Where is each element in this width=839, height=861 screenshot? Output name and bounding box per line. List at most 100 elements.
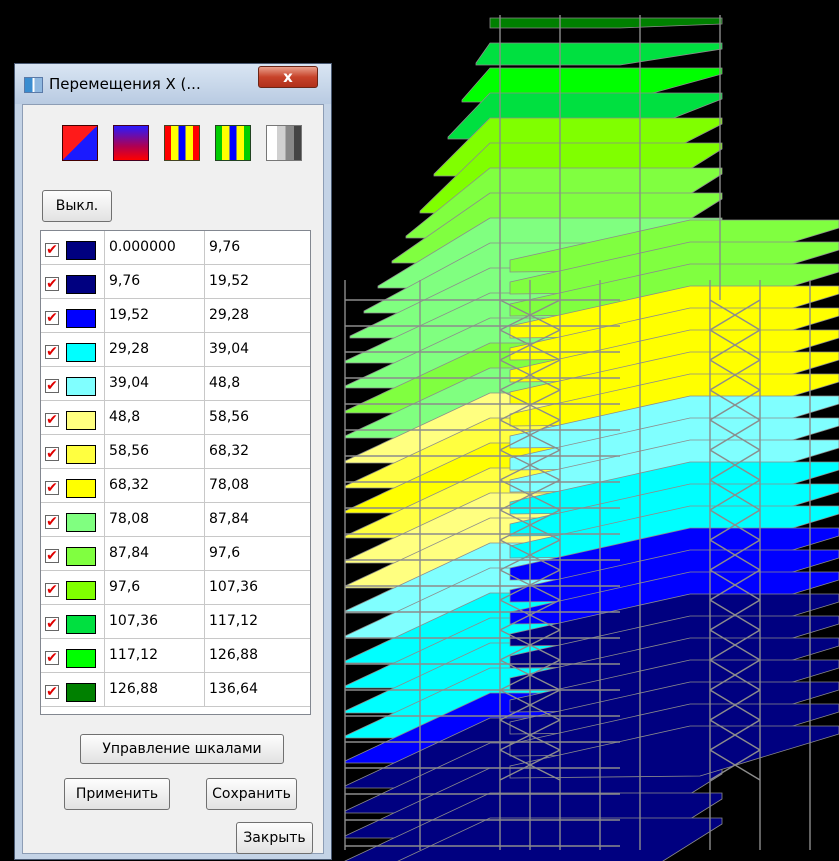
range-to[interactable]: 9,76	[209, 239, 240, 255]
range-from[interactable]: 48,8	[109, 409, 140, 425]
range-from[interactable]: 107,36	[109, 613, 158, 629]
title-bar[interactable]: Перемещения X (... x	[15, 64, 331, 104]
range-to[interactable]: 126,88	[209, 647, 258, 663]
palette-blue-red-gradient-icon[interactable]	[113, 125, 149, 161]
color-swatch[interactable]	[66, 615, 96, 634]
scale-row[interactable]: ✔ 78,08 87,84	[41, 503, 310, 537]
color-swatch[interactable]	[66, 547, 96, 566]
off-button[interactable]: Выкл.	[42, 190, 112, 222]
palette-red-blue-icon[interactable]	[62, 125, 98, 161]
color-swatch[interactable]	[66, 683, 96, 702]
range-to[interactable]: 107,36	[209, 579, 258, 595]
column-divider	[104, 503, 105, 537]
color-swatch[interactable]	[66, 513, 96, 532]
scale-row[interactable]: ✔ 107,36 117,12	[41, 605, 310, 639]
range-to[interactable]: 97,6	[209, 545, 240, 561]
range-from[interactable]: 0.000000	[109, 239, 176, 255]
range-from[interactable]: 9,76	[109, 273, 140, 289]
window-close-button[interactable]: x	[258, 66, 318, 88]
color-swatch[interactable]	[66, 479, 96, 498]
column-divider	[204, 605, 205, 639]
scale-row[interactable]: ✔ 68,32 78,08	[41, 469, 310, 503]
row-checkbox[interactable]: ✔	[45, 617, 59, 631]
column-divider	[204, 673, 205, 707]
save-button[interactable]: Сохранить	[206, 778, 297, 810]
range-from[interactable]: 68,32	[109, 477, 149, 493]
scale-row[interactable]: ✔ 39,04 48,8	[41, 367, 310, 401]
range-from[interactable]: 117,12	[109, 647, 158, 663]
scale-row[interactable]: ✔ 48,8 58,56	[41, 401, 310, 435]
row-checkbox[interactable]: ✔	[45, 311, 59, 325]
scale-row[interactable]: ✔ 117,12 126,88	[41, 639, 310, 673]
range-from[interactable]: 78,08	[109, 511, 149, 527]
range-from[interactable]: 19,52	[109, 307, 149, 323]
row-checkbox[interactable]: ✔	[45, 345, 59, 359]
palette-grayscale-icon[interactable]	[266, 125, 302, 161]
range-from[interactable]: 39,04	[109, 375, 149, 391]
scale-row[interactable]: ✔ 29,28 39,04	[41, 333, 310, 367]
color-swatch[interactable]	[66, 241, 96, 260]
column-divider	[104, 435, 105, 469]
scale-row[interactable]: ✔ 19,52 29,28	[41, 299, 310, 333]
row-checkbox[interactable]: ✔	[45, 243, 59, 257]
color-swatch[interactable]	[66, 445, 96, 464]
range-from[interactable]: 58,56	[109, 443, 149, 459]
column-divider	[204, 435, 205, 469]
column-divider	[104, 401, 105, 435]
range-to[interactable]: 58,56	[209, 409, 249, 425]
row-checkbox[interactable]: ✔	[45, 651, 59, 665]
row-checkbox[interactable]: ✔	[45, 447, 59, 461]
column-divider	[104, 265, 105, 299]
scale-row[interactable]: ✔ 58,56 68,32	[41, 435, 310, 469]
scale-list[interactable]: ✔ 0.000000 9,76 ✔ 9,76 19,52 ✔ 19,52 29,28 ✔ 29,28…	[40, 230, 311, 715]
column-divider	[104, 673, 105, 707]
color-swatch[interactable]	[66, 581, 96, 600]
range-to[interactable]: 68,32	[209, 443, 249, 459]
range-to[interactable]: 39,04	[209, 341, 249, 357]
range-to[interactable]: 19,52	[209, 273, 249, 289]
range-to[interactable]: 78,08	[209, 477, 249, 493]
range-to[interactable]: 29,28	[209, 307, 249, 323]
color-swatch[interactable]	[66, 275, 96, 294]
row-checkbox[interactable]: ✔	[45, 379, 59, 393]
range-from[interactable]: 87,84	[109, 545, 149, 561]
row-checkbox[interactable]: ✔	[45, 685, 59, 699]
manage-scales-button[interactable]: Управление шкалами	[80, 734, 284, 764]
row-checkbox[interactable]: ✔	[45, 413, 59, 427]
scale-row[interactable]: ✔ 97,6 107,36	[41, 571, 310, 605]
column-divider	[104, 367, 105, 401]
scale-row[interactable]: ✔ 0.000000 9,76	[41, 231, 310, 265]
row-checkbox[interactable]: ✔	[45, 583, 59, 597]
color-swatch[interactable]	[66, 649, 96, 668]
column-divider	[104, 639, 105, 673]
column-divider	[104, 537, 105, 571]
range-to[interactable]: 48,8	[209, 375, 240, 391]
range-from[interactable]: 29,28	[109, 341, 149, 357]
color-swatch[interactable]	[66, 377, 96, 396]
column-divider	[104, 605, 105, 639]
column-divider	[204, 367, 205, 401]
row-checkbox[interactable]: ✔	[45, 481, 59, 495]
palette-green-yellow-blue-icon[interactable]	[215, 125, 251, 161]
column-divider	[204, 265, 205, 299]
color-swatch[interactable]	[66, 343, 96, 362]
range-to[interactable]: 117,12	[209, 613, 258, 629]
column-divider	[204, 333, 205, 367]
scale-row[interactable]: ✔ 126,88 136,64	[41, 673, 310, 707]
color-swatch[interactable]	[66, 411, 96, 430]
color-swatch[interactable]	[66, 309, 96, 328]
close-button[interactable]: Закрыть	[236, 822, 313, 854]
range-from[interactable]: 97,6	[109, 579, 140, 595]
apply-button[interactable]: Применить	[64, 778, 170, 810]
column-divider	[204, 299, 205, 333]
range-from[interactable]: 126,88	[109, 681, 158, 697]
range-to[interactable]: 87,84	[209, 511, 249, 527]
range-to[interactable]: 136,64	[209, 681, 258, 697]
scale-row[interactable]: ✔ 87,84 97,6	[41, 537, 310, 571]
row-checkbox[interactable]: ✔	[45, 549, 59, 563]
column-divider	[204, 639, 205, 673]
palette-red-yellow-blue-icon[interactable]	[164, 125, 200, 161]
row-checkbox[interactable]: ✔	[45, 277, 59, 291]
scale-row[interactable]: ✔ 9,76 19,52	[41, 265, 310, 299]
row-checkbox[interactable]: ✔	[45, 515, 59, 529]
